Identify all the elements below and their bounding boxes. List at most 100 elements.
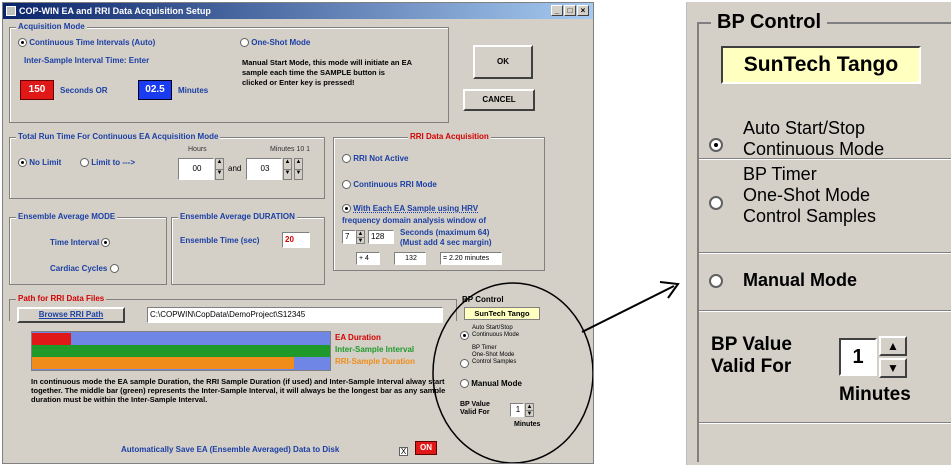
rri-eq-field: 132	[394, 252, 426, 265]
bp-valid-up-icon[interactable]: ▲	[879, 336, 907, 356]
rri-duration-legend: RRI-Sample Duration	[335, 357, 416, 366]
rri-with-each-radio[interactable]	[342, 204, 351, 214]
oneshot-mode-radio[interactable]	[240, 38, 249, 48]
and-label: and	[228, 164, 242, 173]
inter-sample-bar	[32, 345, 330, 357]
bp-separator-4	[699, 422, 951, 424]
ea-duration-legend: EA Duration	[335, 333, 381, 342]
rri-continuous-label: Continuous RRI Mode	[353, 180, 437, 189]
bp-auto-radio[interactable]	[709, 138, 723, 152]
rri-not-active-option[interactable]: RRI Not Active	[342, 154, 409, 164]
ok-button[interactable]: OK	[473, 45, 533, 79]
minutes-spinner-tens[interactable]: ▲ ▼	[283, 158, 292, 180]
seconds-input[interactable]: 150	[20, 80, 54, 100]
continuous-mode-label: Continuous Time Intervals (Auto)	[29, 38, 156, 47]
bp-manual-label: Manual Mode	[743, 270, 858, 290]
bp-auto-line1: Auto Start/Stop	[743, 118, 866, 138]
rri-seconds-note: Seconds (maximum 64)	[400, 228, 490, 237]
rri-continuous-radio[interactable]	[342, 180, 351, 190]
bp-valid-down-icon[interactable]: ▼	[879, 358, 907, 378]
rri-plus4-field: + 4	[356, 252, 380, 265]
rri-group: RRI Data Acquisition RRI Not Active Cont…	[333, 131, 545, 271]
bp-device-display: SunTech Tango	[721, 46, 921, 84]
title-bar[interactable]: COP-WIN EA and RRI Data Acquisition Setu…	[3, 3, 593, 19]
minutes-input[interactable]: 02.5	[138, 80, 172, 100]
bp-timer-radio[interactable]	[709, 196, 723, 210]
bp-manual-radio[interactable]	[709, 274, 723, 288]
bp-valid-units: Minutes	[839, 384, 911, 405]
run-time-title: Total Run Time For Continuous EA Acquisi…	[16, 131, 221, 143]
callout-arrow	[581, 281, 680, 333]
bp-timer-line3: Control Samples	[743, 206, 877, 226]
ensemble-duration-title: Ensemble Average DURATION	[178, 211, 297, 223]
time-interval-option[interactable]: Time Interval	[50, 238, 111, 248]
limit-to-label: Limit to --->	[91, 158, 136, 167]
bp-auto-line2: Continuous Mode	[743, 139, 885, 159]
minutes-field[interactable]: 03	[246, 158, 282, 180]
cardiac-cycles-option[interactable]: Cardiac Cycles	[50, 264, 119, 274]
minimize-button[interactable]: _	[551, 5, 563, 16]
inter-sample-legend: Inter-Sample Interval	[335, 345, 415, 354]
limit-to-radio[interactable]	[80, 158, 89, 168]
rri-margin-note: (Must add 4 sec margin)	[400, 238, 492, 247]
time-interval-radio[interactable]	[101, 238, 111, 248]
oneshot-mode-option[interactable]: One-Shot Mode	[240, 38, 310, 48]
rri-not-active-radio[interactable]	[342, 154, 351, 164]
rri-minutes-field: = 2.20 minutes	[440, 252, 502, 265]
rri-title: RRI Data Acquisition	[408, 131, 491, 143]
maximize-button[interactable]: □	[564, 5, 576, 16]
bp-control-zoomed: BP Control SunTech Tango Auto Start/Stop…	[686, 2, 951, 465]
bp-separator-2	[699, 252, 951, 254]
limit-to-option[interactable]: Limit to --->	[80, 158, 135, 168]
hours-label: Hours	[188, 146, 207, 153]
time-interval-label: Time Interval	[50, 238, 100, 247]
no-limit-option[interactable]: No Limit	[18, 158, 61, 168]
ensemble-duration-group: Ensemble Average DURATION Ensemble Time …	[171, 211, 325, 285]
rri-desc: frequency domain analysis window of	[342, 216, 487, 225]
continuous-mode-option[interactable]: Continuous Time Intervals (Auto)	[18, 38, 155, 48]
minutes-label: Minutes	[178, 86, 209, 95]
rri-n-spinner[interactable]: ▲ ▼	[356, 230, 365, 244]
rri-path-field[interactable]: C:\COPWIN\CopData\DemoProject\S12345	[147, 307, 443, 323]
info-text: In continuous mode the EA sample Duratio…	[31, 377, 446, 404]
ensemble-time-label: Ensemble Time (sec)	[180, 236, 260, 245]
bp-timer-label: BP Timer One-Shot Mode Control Samples	[743, 164, 876, 227]
hours-spinner[interactable]: ▲ ▼	[215, 158, 224, 180]
minutes-digits-label: Minutes 10 1	[270, 146, 311, 153]
rri-seconds-field[interactable]: 128	[368, 230, 394, 244]
bp-auto-label: Auto Start/Stop Continuous Mode	[743, 118, 884, 160]
continuous-mode-radio[interactable]	[18, 38, 27, 48]
ensemble-time-field[interactable]: 20	[282, 232, 310, 248]
rri-n-field[interactable]: 7	[342, 230, 356, 244]
rri-continuous-option[interactable]: Continuous RRI Mode	[342, 180, 437, 190]
acquisition-mode-group: Acquisition Mode Continuous Time Interva…	[9, 21, 449, 123]
magnifier-circle	[432, 282, 593, 463]
ea-duration-bar	[32, 333, 71, 345]
bp-control-title: BP Control	[711, 10, 828, 34]
bp-separator-1	[699, 158, 951, 160]
autosave-checkbox[interactable]: X	[399, 443, 408, 461]
screenshot-root: COP-WIN EA and RRI Data Acquisition Setu…	[0, 0, 951, 467]
inter-sample-label: Inter-Sample Interval Time: Enter	[24, 56, 150, 65]
autosave-check[interactable]: X	[399, 447, 408, 457]
hours-field[interactable]: 00	[178, 158, 214, 180]
ensemble-mode-group: Ensemble Average MODE Time Interval Card…	[9, 211, 167, 285]
rri-with-each-option[interactable]: With Each EA Sample using HRV	[342, 204, 478, 214]
bp-valid-spinner[interactable]: ▲ ▼	[879, 336, 907, 378]
minutes-spinner-ones[interactable]: ▲ ▼	[294, 158, 303, 180]
browse-rri-path-button[interactable]: Browse RRI Path	[17, 307, 125, 323]
bp-valid-line2: Valid For	[711, 356, 792, 377]
bp-valid-field[interactable]: 1	[839, 338, 877, 376]
app-icon	[6, 6, 16, 16]
oneshot-description: Manual Start Mode, this mode will initia…	[242, 58, 412, 87]
cardiac-cycles-radio[interactable]	[109, 264, 119, 274]
ensemble-mode-title: Ensemble Average MODE	[16, 211, 118, 223]
acquisition-mode-title: Acquisition Mode	[16, 21, 87, 33]
close-button[interactable]: ×	[577, 5, 589, 16]
bp-separator-3	[699, 310, 951, 312]
no-limit-radio[interactable]	[18, 158, 27, 168]
bp-valid-line1: BP Value	[711, 334, 792, 355]
run-time-group: Total Run Time For Continuous EA Acquisi…	[9, 131, 325, 199]
seconds-or-label: Seconds OR	[60, 86, 108, 95]
cancel-button[interactable]: CANCEL	[463, 89, 535, 111]
